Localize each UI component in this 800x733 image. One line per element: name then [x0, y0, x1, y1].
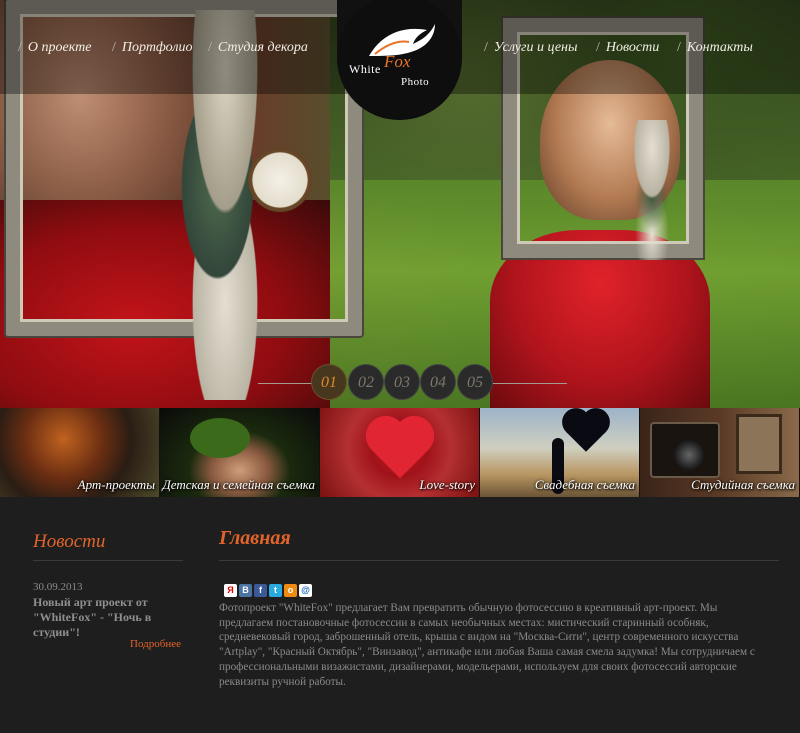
category-label: Свадебная съемка [534, 477, 635, 492]
slider-line-left [258, 383, 313, 384]
slider-page-2[interactable]: 02 [348, 364, 384, 400]
hero-clock [248, 148, 312, 212]
mail-icon[interactable]: @ [299, 584, 312, 597]
nav-about[interactable]: / О проекте [18, 40, 91, 56]
nav-decor-studio[interactable]: / Студия декора [208, 40, 308, 56]
news-divider [33, 560, 183, 561]
logo-text-photo: Photo [401, 76, 430, 88]
share-buttons: Я В f t о @ [224, 584, 312, 598]
news-section-title: Новости [33, 531, 106, 552]
odnoklassniki-icon[interactable]: о [284, 584, 297, 597]
category-label: Love-story [419, 477, 475, 492]
content-area: Новости 30.09.2013 Новый арт проект от "… [0, 497, 800, 733]
category-studio[interactable]: Студийная съемка [640, 408, 800, 497]
category-family[interactable]: Детская и семейная съемка [160, 408, 320, 497]
vk-icon[interactable]: В [239, 584, 252, 597]
heart-icon [566, 412, 606, 452]
heart-icon [371, 421, 429, 479]
nav-portfolio[interactable]: / Портфолио [112, 40, 192, 56]
facebook-icon[interactable]: f [254, 584, 267, 597]
category-strip: Арт-проекты Детская и семейная съемка Lo… [0, 408, 800, 497]
site-logo[interactable]: White Fox Photo [337, 0, 462, 120]
category-label: Детская и семейная съемка [162, 477, 315, 492]
slider-page-5[interactable]: 05 [457, 364, 493, 400]
slider-page-1[interactable]: 01 [311, 364, 347, 400]
category-label: Арт-проекты [77, 477, 155, 492]
news-date: 30.09.2013 [33, 581, 83, 593]
yandex-icon[interactable]: Я [224, 584, 237, 597]
slider-page-3[interactable]: 03 [384, 364, 420, 400]
news-more-link[interactable]: Подробнее [130, 638, 181, 650]
logo-text-white: White [349, 62, 381, 76]
nav-news[interactable]: / Новости [596, 40, 659, 56]
title-divider [219, 560, 779, 561]
category-label: Студийная съемка [691, 477, 795, 492]
news-headline[interactable]: Новый арт проект от "WhiteFox" - "Ночь в… [33, 595, 183, 640]
category-love-story[interactable]: Love-story [320, 408, 480, 497]
camera-icon [650, 422, 720, 478]
page-title: Главная [219, 527, 291, 549]
slider-line-right [492, 383, 567, 384]
slider-page-4[interactable]: 04 [420, 364, 456, 400]
category-wedding[interactable]: Свадебная съемка [480, 408, 640, 497]
category-image-leaf [190, 418, 250, 458]
camera-lens [674, 440, 704, 470]
main-description: Фотопроект "WhiteFox" предлагает Вам пре… [219, 602, 755, 688]
category-image-photo [736, 414, 782, 474]
top-navigation: / О проекте / Портфолио / Студия декора / Ус… [0, 0, 800, 120]
hero-rabbit-figurine-small [612, 120, 692, 260]
category-art-projects[interactable]: Арт-проекты [0, 408, 160, 497]
nav-services-prices[interactable]: / Услуги и цены [484, 40, 577, 56]
twitter-icon[interactable]: t [269, 584, 282, 597]
nav-contacts[interactable]: / Контакты [677, 40, 753, 56]
logo-text-fox: Fox [384, 52, 411, 71]
